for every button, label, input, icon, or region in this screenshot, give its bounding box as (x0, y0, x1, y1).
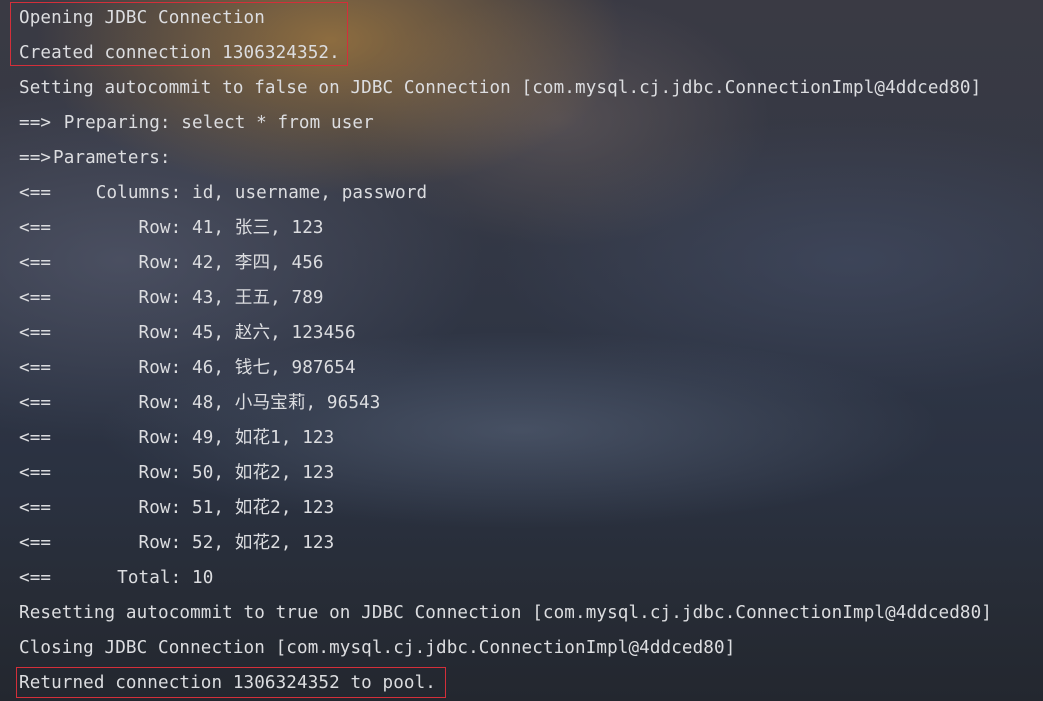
log-line-row: <== Row: 51, 如花2, 123 (19, 491, 334, 526)
log-text: Total: 10 (53, 568, 214, 588)
log-text: Row: 51, 如花2, 123 (53, 498, 335, 518)
console-output: Opening JDBC Connection Created connecti… (0, 0, 1043, 701)
log-text: Row: 42, 李四, 456 (53, 253, 324, 273)
log-text: Preparing: select * from user (53, 113, 374, 133)
connection-return-highlight-box (16, 667, 446, 698)
connection-open-highlight-box (10, 2, 348, 66)
left-arrow-icon: <== (19, 183, 52, 203)
log-line-row: <== Row: 46, 钱七, 987654 (19, 351, 356, 386)
log-line-row: <== Row: 41, 张三, 123 (19, 211, 324, 246)
log-line-row: <== Row: 50, 如花2, 123 (19, 456, 334, 491)
log-line-row: <== Row: 42, 李四, 456 (19, 246, 324, 281)
log-line-row: <== Row: 49, 如花1, 123 (19, 421, 334, 456)
log-text: Row: 48, 小马宝莉, 96543 (53, 393, 381, 413)
log-line-row: <== Row: 43, 王五, 789 (19, 281, 324, 316)
log-text: Row: 43, 王五, 789 (53, 288, 324, 308)
log-text: Columns: id, username, password (53, 183, 428, 203)
left-arrow-icon: <== (19, 533, 52, 553)
right-arrow-icon: ==> (19, 113, 52, 133)
right-arrow-icon: ==> (19, 148, 52, 168)
log-text: Row: 46, 钱七, 987654 (53, 358, 356, 378)
left-arrow-icon: <== (19, 428, 52, 448)
left-arrow-icon: <== (19, 568, 52, 588)
log-line-parameters: ==> Parameters: (19, 141, 171, 176)
log-text: Row: 50, 如花2, 123 (53, 463, 335, 483)
log-line-autocommit-false: Setting autocommit to false on JDBC Conn… (19, 78, 982, 98)
log-line-row: <== Row: 48, 小马宝莉, 96543 (19, 386, 380, 421)
log-text: Row: 41, 张三, 123 (53, 218, 324, 238)
log-text: Parameters: (53, 148, 171, 168)
left-arrow-icon: <== (19, 358, 52, 378)
log-text: Row: 52, 如花2, 123 (53, 533, 335, 553)
log-line-preparing: ==> Preparing: select * from user (19, 106, 374, 141)
log-line-closing: Closing JDBC Connection [com.mysql.cj.jd… (19, 638, 736, 658)
left-arrow-icon: <== (19, 218, 52, 238)
log-line-row: <== Row: 45, 赵六, 123456 (19, 316, 356, 351)
left-arrow-icon: <== (19, 253, 52, 273)
left-arrow-icon: <== (19, 498, 52, 518)
left-arrow-icon: <== (19, 393, 52, 413)
log-line-autocommit-true: Resetting autocommit to true on JDBC Con… (19, 603, 993, 623)
log-line-row: <== Row: 52, 如花2, 123 (19, 526, 334, 561)
log-line-total: <== Total: 10 (19, 561, 213, 596)
log-line-columns: <== Columns: id, username, password (19, 176, 427, 211)
left-arrow-icon: <== (19, 288, 52, 308)
log-text: Row: 45, 赵六, 123456 (53, 323, 356, 343)
left-arrow-icon: <== (19, 463, 52, 483)
left-arrow-icon: <== (19, 323, 52, 343)
log-text: Row: 49, 如花1, 123 (53, 428, 335, 448)
